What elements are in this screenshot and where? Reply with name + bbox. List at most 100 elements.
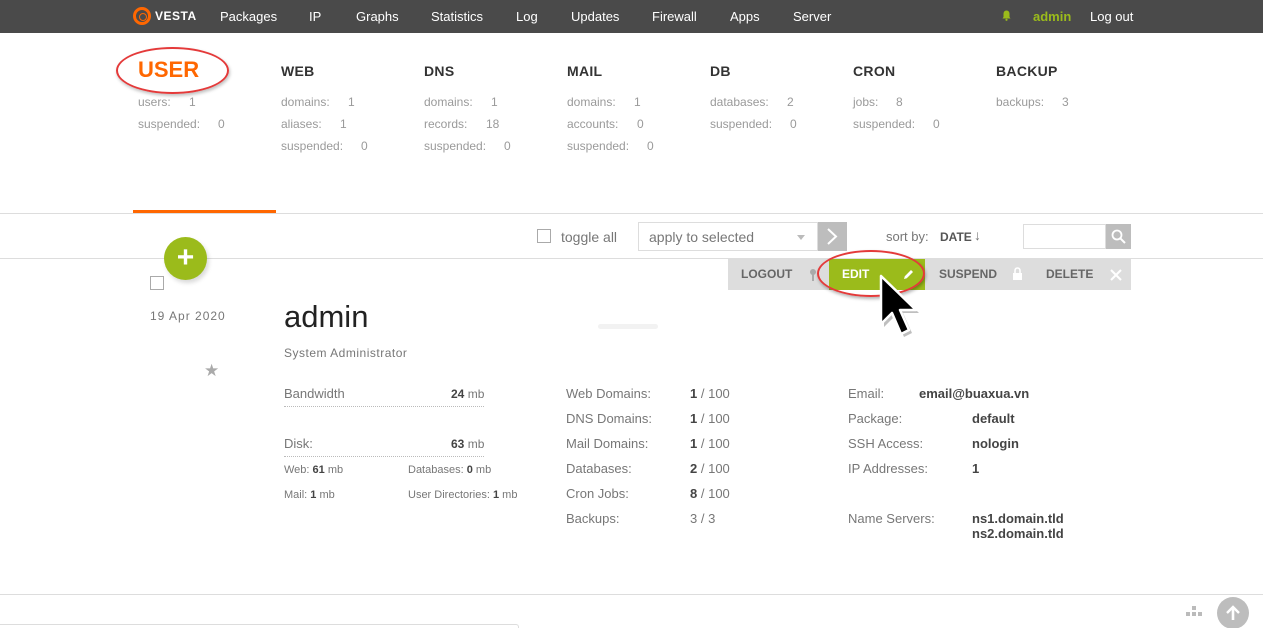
action-label: SUSPEND xyxy=(939,267,998,281)
user-name: admin xyxy=(284,299,369,334)
limit-databases-value: 2 / 100 xyxy=(690,461,730,476)
summary-line: databases: 2 xyxy=(710,95,794,109)
nav-statistics[interactable]: Statistics xyxy=(431,9,483,24)
user-summary: users: 1 suspended: 0 xyxy=(138,95,225,139)
limit-mail-domains-value: 1 / 100 xyxy=(690,436,730,451)
limit-mail-domains-label: Mail Domains: xyxy=(566,436,649,451)
name-servers-label: Name Servers: xyxy=(848,511,935,526)
backup-summary[interactable]: BACKUP backups: 3 xyxy=(996,63,1069,117)
bell-icon[interactable] xyxy=(1002,10,1011,21)
dotted-divider xyxy=(284,456,484,457)
mail-summary[interactable]: MAIL domains: 1 accounts: 0 suspended: 0 xyxy=(567,63,654,161)
nav-graphs[interactable]: Graphs xyxy=(356,9,399,24)
nav-logout[interactable]: Log out xyxy=(1090,9,1133,24)
limit-dns-domains-label: DNS Domains: xyxy=(566,411,652,426)
limit-backups-label: Backups: xyxy=(566,511,620,526)
chevron-down-icon xyxy=(797,235,805,240)
tab-cron[interactable]: CRON xyxy=(853,63,915,87)
divider xyxy=(0,594,1263,595)
nav-packages[interactable]: Packages xyxy=(220,9,277,24)
vesta-logo[interactable]: VESTA xyxy=(133,7,197,25)
vesta-logo-icon xyxy=(133,7,151,25)
limit-cron-jobs-label: Cron Jobs: xyxy=(566,486,629,501)
summary-line: domains: 1 xyxy=(424,95,498,109)
web-summary[interactable]: WEB domains: 1 aliases: 1 suspended: 0 xyxy=(281,63,368,161)
summary-line: accounts: 0 xyxy=(567,117,644,131)
summary-line: aliases: 1 xyxy=(281,117,347,131)
ssh-access-value: nologin xyxy=(972,436,1019,451)
action-label: LOGOUT xyxy=(741,267,793,281)
disk-mail: Mail: 1 mb xyxy=(284,489,335,501)
summary-line: suspended: 0 xyxy=(138,117,225,131)
dns-summary[interactable]: DNS domains: 1 records: 18 suspended: 0 xyxy=(424,63,511,161)
ip-addresses-value: 1 xyxy=(972,461,980,476)
plus-icon: + xyxy=(176,241,195,274)
name-server-1: ns1.domain.tld xyxy=(972,511,1064,526)
blur-artifact xyxy=(598,324,658,329)
toggle-all-checkbox[interactable] xyxy=(537,229,551,243)
delete-button[interactable]: DELETE xyxy=(1032,259,1131,290)
tab-mail[interactable]: MAIL xyxy=(567,63,629,87)
limit-dns-domains-value: 1 / 100 xyxy=(690,411,730,426)
suspend-button[interactable]: SUSPEND xyxy=(925,259,1032,290)
add-user-button[interactable]: + xyxy=(164,237,207,280)
limit-backups-value: 3 / 3 xyxy=(690,511,716,526)
sort-by-date[interactable]: DATE xyxy=(940,230,972,244)
nav-server[interactable]: Server xyxy=(793,9,831,24)
nav-ip[interactable]: IP xyxy=(309,9,321,24)
apply-to-selected-select[interactable]: apply to selected xyxy=(638,222,818,251)
disk-databases: Databases: 0 mb xyxy=(408,464,492,476)
summary-line: suspended: 0 xyxy=(710,117,797,131)
nav-updates[interactable]: Updates xyxy=(571,9,619,24)
limit-web-domains-value: 1 / 100 xyxy=(690,386,730,401)
select-value: apply to selected xyxy=(649,229,755,245)
row-date: 19 Apr 2020 xyxy=(150,309,226,323)
tab-dns[interactable]: DNS xyxy=(424,63,486,87)
toggle-all-label[interactable]: toggle all xyxy=(561,229,617,245)
compact-view-icon[interactable] xyxy=(1186,606,1202,618)
nav-log[interactable]: Log xyxy=(516,9,538,24)
chevron-right-icon xyxy=(827,228,838,245)
logout-as-user-button[interactable]: LOGOUT xyxy=(728,259,829,290)
sort-by-label: sort by: xyxy=(886,229,929,244)
summary-line: suspended: 0 xyxy=(281,139,368,153)
summary-line: domains: 1 xyxy=(281,95,355,109)
tab-backup[interactable]: BACKUP xyxy=(996,63,1058,87)
highlight-ellipse xyxy=(116,47,229,94)
email-label: Email: xyxy=(848,386,885,401)
tab-db[interactable]: DB xyxy=(710,63,772,87)
disk-label: Disk: xyxy=(284,436,313,451)
limit-databases-label: Databases: xyxy=(566,461,632,476)
search-input[interactable] xyxy=(1023,224,1106,249)
summary-line: backups: 3 xyxy=(996,95,1069,109)
scroll-to-top-button[interactable] xyxy=(1217,597,1249,628)
close-icon xyxy=(1110,269,1122,281)
db-summary[interactable]: DB databases: 2 suspended: 0 xyxy=(710,63,797,139)
summary-line: records: 18 xyxy=(424,117,500,131)
name-server-2: ns2.domain.tld xyxy=(972,526,1064,541)
summary-line: suspended: 0 xyxy=(424,139,511,153)
lock-icon xyxy=(1013,267,1022,280)
nav-firewall[interactable]: Firewall xyxy=(652,9,697,24)
apply-button[interactable] xyxy=(818,222,847,251)
row-checkbox[interactable] xyxy=(150,276,164,290)
ssh-access-label: SSH Access: xyxy=(848,436,924,451)
summary-line: suspended: 0 xyxy=(853,117,940,131)
star-icon[interactable]: ★ xyxy=(204,361,219,381)
mouse-cursor-icon xyxy=(879,274,919,337)
arrow-up-icon xyxy=(1226,605,1240,620)
sort-arrow-icon[interactable]: ↓ xyxy=(974,227,981,243)
cron-summary[interactable]: CRON jobs: 8 suspended: 0 xyxy=(853,63,940,139)
disk-user-directories: User Directories: 1 mb xyxy=(408,489,518,501)
nav-user-admin[interactable]: admin xyxy=(1033,9,1071,24)
ip-addresses-label: IP Addresses: xyxy=(848,461,928,476)
summary-line: suspended: 0 xyxy=(567,139,654,153)
footer-edge xyxy=(0,624,519,628)
search-button[interactable] xyxy=(1106,224,1131,249)
action-label: DELETE xyxy=(1046,267,1094,281)
limit-web-domains-label: Web Domains: xyxy=(566,386,652,401)
summary-line: users: 1 xyxy=(138,95,196,109)
tab-web[interactable]: WEB xyxy=(281,63,343,87)
nav-apps[interactable]: Apps xyxy=(730,9,760,24)
package-value: default xyxy=(972,411,1015,426)
